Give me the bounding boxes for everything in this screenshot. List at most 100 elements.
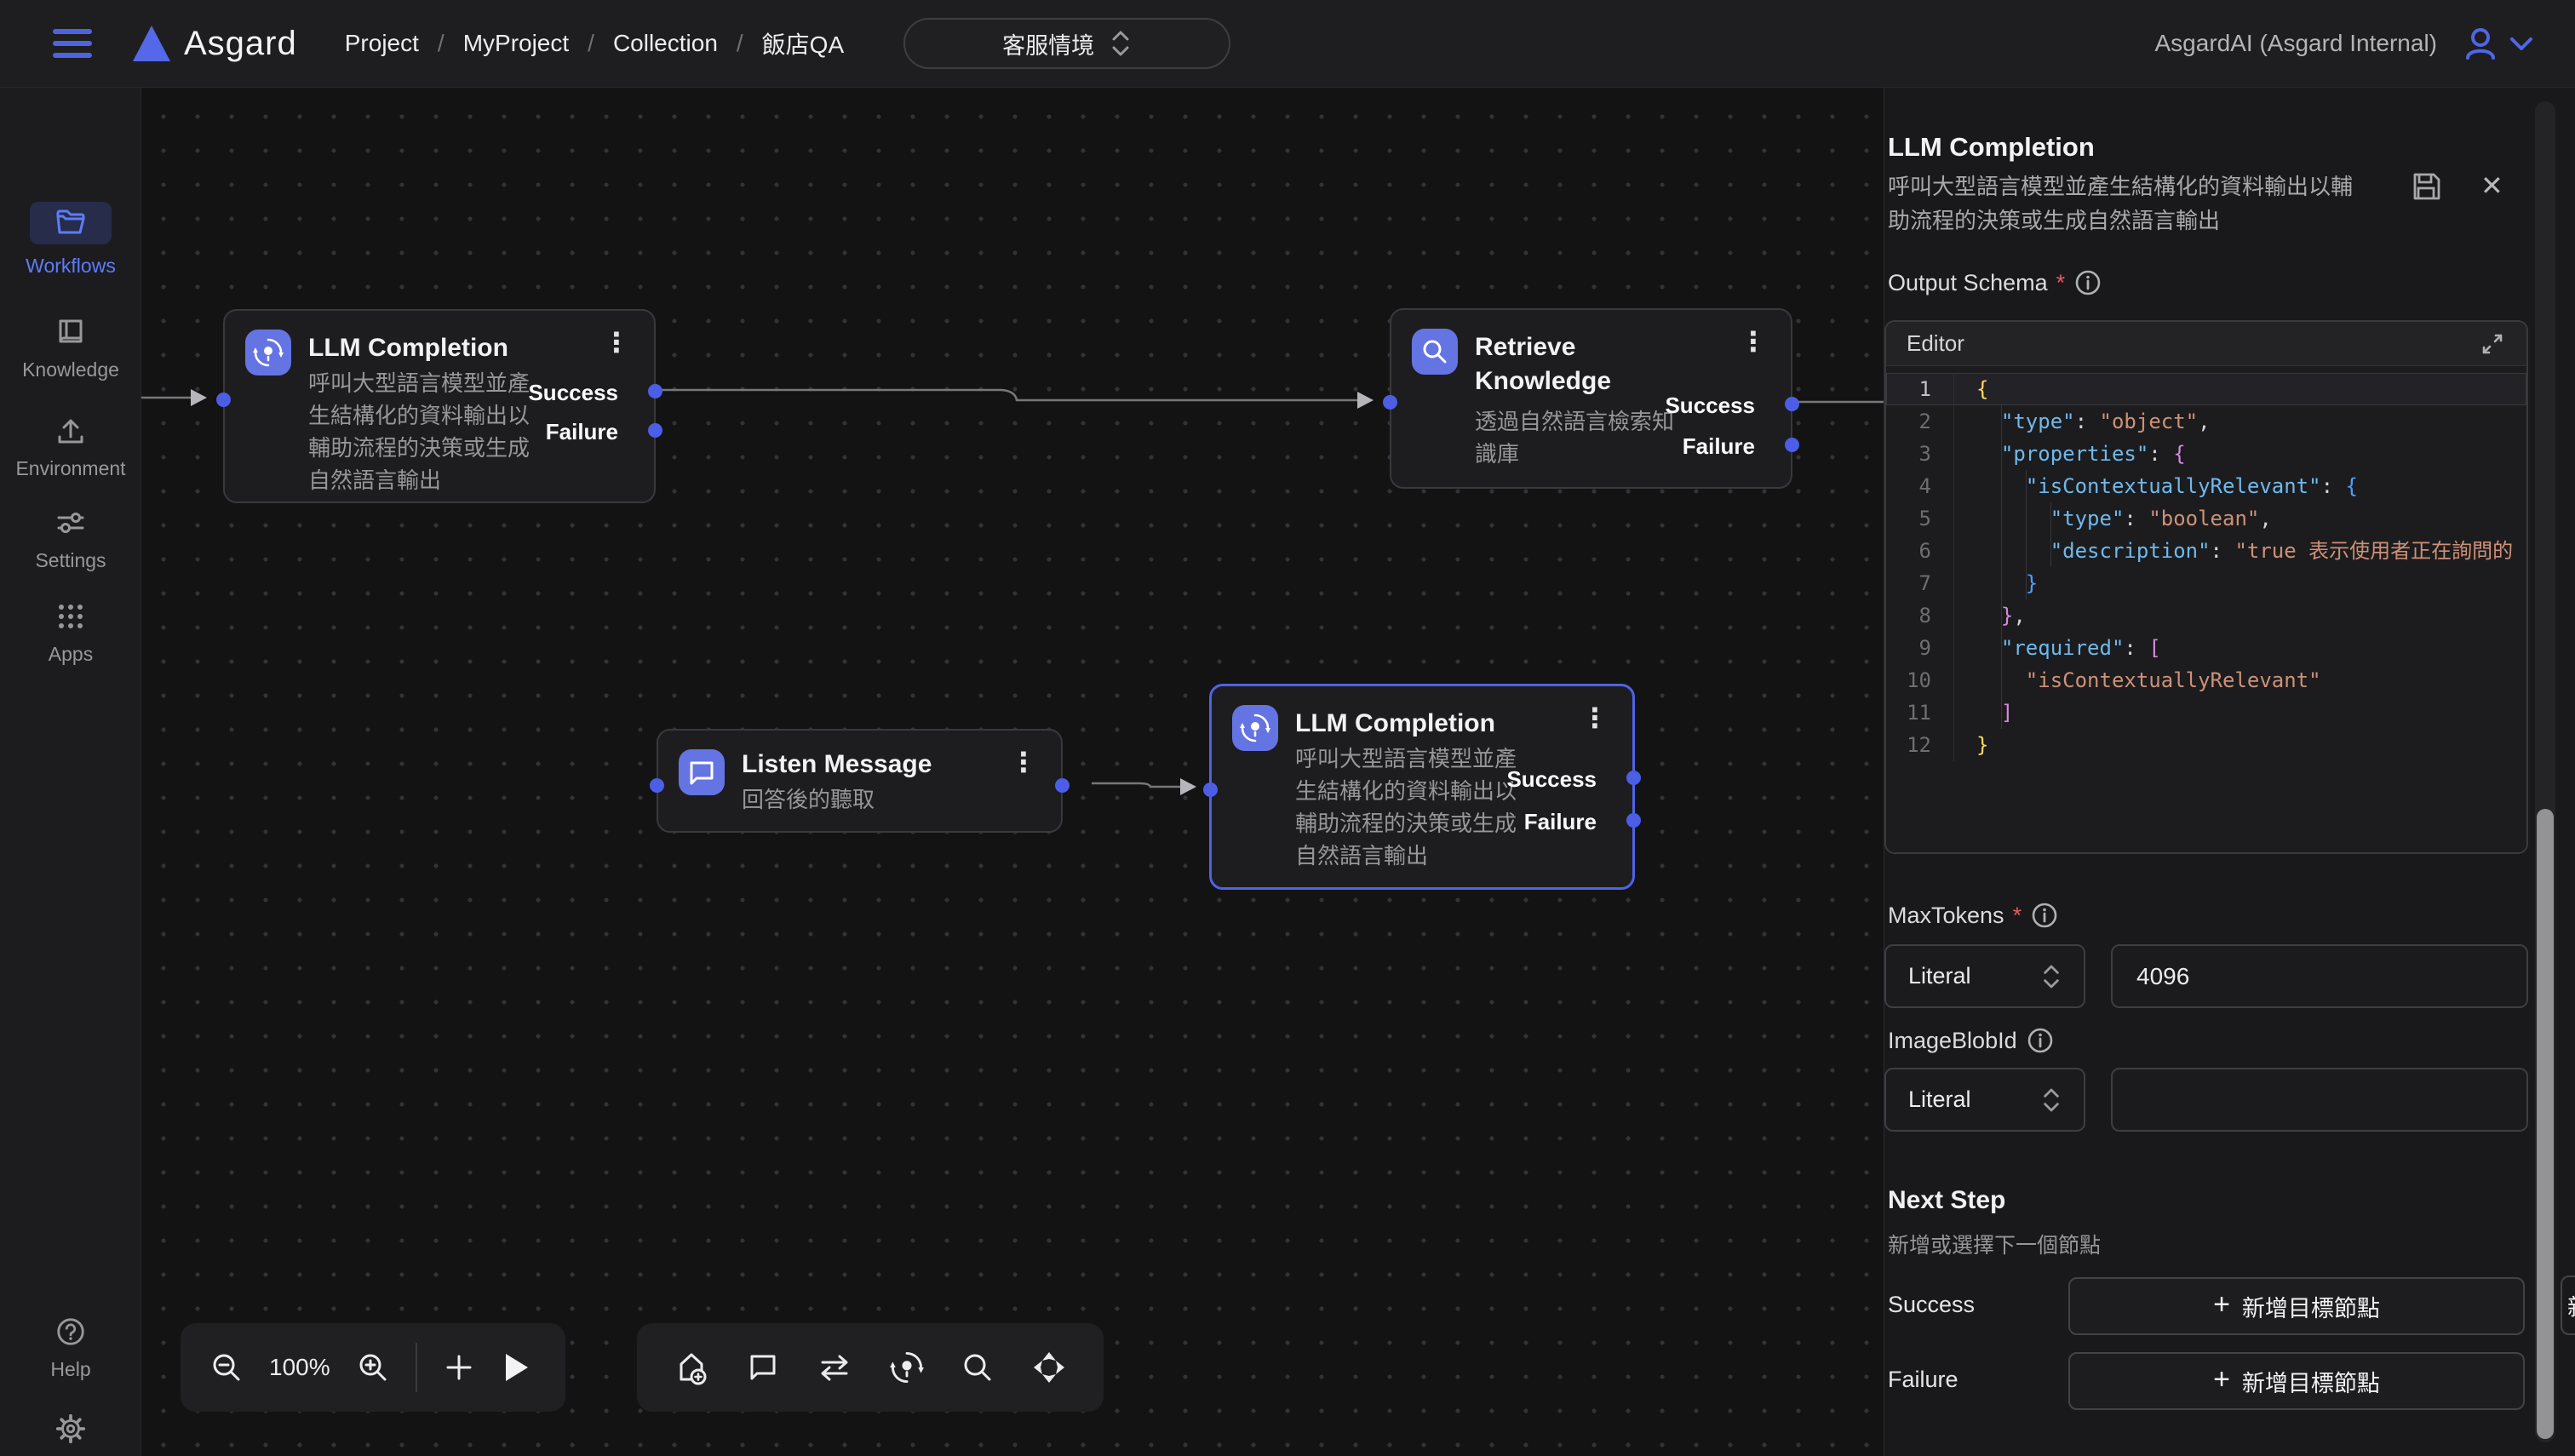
node-menu-icon[interactable]: ⋮ bbox=[1010, 746, 1037, 778]
code-line-text: "properties": { bbox=[1954, 438, 2186, 470]
input-handle[interactable] bbox=[1383, 395, 1397, 410]
breadcrumb-project[interactable]: Project bbox=[345, 30, 419, 57]
select-chevrons-icon bbox=[2041, 1086, 2062, 1114]
input-handle[interactable] bbox=[650, 778, 664, 793]
sidebar-item-workflows[interactable]: Workflows bbox=[0, 202, 141, 278]
sidebar-item-help[interactable]: Help bbox=[0, 1316, 141, 1381]
output-success-label: Success bbox=[528, 380, 618, 406]
comment-button[interactable] bbox=[746, 1350, 780, 1384]
code-editor[interactable]: 1{2 "type": "object",3 "properties": {4 … bbox=[1886, 366, 2526, 843]
node-llm-completion-1[interactable]: LLM Completion 呼叫大型語言模型並產生結構化的資料輸出以輔助流程的… bbox=[223, 309, 656, 503]
node-menu-icon[interactable]: ⋮ bbox=[603, 326, 630, 358]
success-handle[interactable] bbox=[648, 384, 662, 398]
top-bar: Asgard Project / MyProject / Collection … bbox=[0, 0, 2575, 88]
info-icon[interactable] bbox=[2073, 268, 2102, 297]
code-line-text: }, bbox=[1954, 599, 2026, 632]
breadcrumb-collection[interactable]: Collection bbox=[613, 30, 718, 57]
zoom-level: 100% bbox=[269, 1354, 330, 1381]
required-asterisk: * bbox=[2056, 270, 2066, 296]
code-line-text: "description": "true 表示使用者正在詢問的 bbox=[1954, 535, 2513, 567]
maxtokens-input[interactable] bbox=[2111, 944, 2528, 1008]
add-node-button[interactable] bbox=[443, 1351, 475, 1384]
code-line-text: ] bbox=[1954, 696, 2013, 729]
account-menu[interactable] bbox=[2461, 24, 2534, 63]
node-title: LLM Completion bbox=[308, 331, 508, 365]
info-icon[interactable] bbox=[2026, 1026, 2055, 1055]
zoom-in-button[interactable] bbox=[356, 1350, 390, 1384]
sidebar-item-label: Knowledge bbox=[22, 358, 119, 381]
node-llm-completion-2[interactable]: LLM Completion 呼叫大型語言模型並產生結構化的資料輸出以輔助流程的… bbox=[1209, 684, 1635, 890]
close-panel-button[interactable]: ✕ bbox=[2480, 169, 2503, 202]
failure-handle[interactable] bbox=[1626, 813, 1641, 828]
code-line: 11 ] bbox=[1886, 696, 2526, 729]
code-line-text: } bbox=[1954, 729, 1988, 761]
sidebar-item-environment[interactable]: Environment bbox=[0, 415, 141, 480]
chat-node-icon bbox=[679, 749, 725, 795]
code-lines: 1{2 "type": "object",3 "properties": {4 … bbox=[1886, 373, 2526, 761]
info-icon[interactable] bbox=[2030, 901, 2059, 930]
plus-icon: + bbox=[2213, 1363, 2230, 1396]
llm-tool-button[interactable] bbox=[889, 1350, 925, 1385]
sidebar-item-label: Workflows bbox=[26, 255, 116, 278]
node-retrieve-knowledge[interactable]: Retrieve Knowledge 透過自然語言檢索知識庫 ⋮ Success… bbox=[1390, 308, 1792, 489]
breadcrumb-myproject[interactable]: MyProject bbox=[463, 30, 569, 57]
output-failure-label: Failure bbox=[1524, 809, 1597, 835]
line-number: 7 bbox=[1886, 567, 1954, 599]
line-number: 2 bbox=[1886, 405, 1954, 438]
node-menu-icon[interactable]: ⋮ bbox=[1581, 702, 1609, 734]
sidebar-item-settings[interactable]: Settings bbox=[0, 507, 141, 572]
breadcrumb-current[interactable]: 飯店QA bbox=[762, 26, 844, 60]
breadcrumb-separator: / bbox=[737, 30, 743, 57]
add-start-node-button[interactable] bbox=[673, 1349, 710, 1386]
sidebar-item-knowledge[interactable]: Knowledge bbox=[0, 316, 141, 381]
panel-scrollbar-thumb[interactable] bbox=[2537, 809, 2554, 1439]
menu-icon[interactable] bbox=[53, 22, 92, 65]
code-line: 12} bbox=[1886, 729, 2526, 761]
line-number: 5 bbox=[1886, 502, 1954, 535]
plus-icon: + bbox=[2213, 1288, 2230, 1321]
llm-node-icon bbox=[245, 330, 291, 375]
save-button[interactable] bbox=[2409, 169, 2443, 203]
offscreen-add-target-node-button[interactable]: 新增目標節點 bbox=[2561, 1275, 2575, 1335]
schema-editor: Editor 1{2 "type": "object",3 "propertie… bbox=[1884, 320, 2528, 854]
imageblobid-input[interactable] bbox=[2111, 1068, 2528, 1132]
maxtokens-mode-select[interactable]: Literal bbox=[1884, 944, 2085, 1008]
swap-connections-button[interactable] bbox=[816, 1350, 853, 1384]
output-handle[interactable] bbox=[1055, 778, 1070, 793]
input-handle[interactable] bbox=[1203, 782, 1218, 797]
next-step-failure-label: Failure bbox=[1888, 1367, 1958, 1393]
code-line-text: "isContextuallyRelevant": { bbox=[1954, 470, 2358, 502]
code-line-text: "type": "object", bbox=[1954, 405, 2211, 438]
sidebar-item-apps[interactable]: Apps bbox=[0, 600, 141, 666]
success-handle[interactable] bbox=[1626, 771, 1641, 785]
environment-select[interactable]: 客服情境 bbox=[903, 18, 1230, 69]
indent-guide bbox=[2050, 502, 2051, 567]
sidebar-item-workspace[interactable]: Workspace bbox=[0, 1413, 141, 1456]
properties-panel: LLM Completion 呼叫大型語言模型並產生結構化的資料輸出以輔助流程的… bbox=[1884, 88, 2575, 1456]
llm-node-icon bbox=[1232, 705, 1278, 751]
add-target-node-label: 新增目標節點 bbox=[2242, 1365, 2380, 1398]
minimap-button[interactable] bbox=[1030, 1349, 1068, 1386]
mode-select-value: Literal bbox=[1908, 1086, 1971, 1113]
add-target-node-success-button[interactable]: + 新增目標節點 bbox=[2068, 1277, 2525, 1335]
failure-handle[interactable] bbox=[1785, 438, 1799, 452]
add-target-node-failure-button[interactable]: + 新增目標節點 bbox=[2068, 1352, 2525, 1410]
failure-handle[interactable] bbox=[648, 423, 662, 438]
search-button[interactable] bbox=[961, 1350, 995, 1384]
line-number: 6 bbox=[1886, 535, 1954, 567]
maxtokens-label: MaxTokens * bbox=[1888, 901, 2059, 930]
node-description: 呼叫大型語言模型並產生結構化的資料輸出以輔助流程的決策或生成自然語言輸出 bbox=[308, 367, 540, 496]
zoom-out-button[interactable] bbox=[209, 1350, 244, 1384]
run-button[interactable] bbox=[501, 1350, 531, 1384]
success-handle[interactable] bbox=[1785, 397, 1799, 411]
output-success-label: Success bbox=[1506, 766, 1597, 793]
node-listen-message[interactable]: Listen Message 回答後的聽取 ⋮ bbox=[657, 729, 1063, 833]
node-menu-icon[interactable]: ⋮ bbox=[1740, 325, 1767, 358]
expand-icon[interactable] bbox=[2479, 330, 2506, 358]
output-success-label: Success bbox=[1665, 393, 1755, 419]
input-handle[interactable] bbox=[216, 393, 231, 407]
imageblobid-mode-select[interactable]: Literal bbox=[1884, 1068, 2085, 1132]
actions-toolbar bbox=[637, 1323, 1104, 1412]
panel-title: LLM Completion bbox=[1888, 132, 2095, 163]
mode-select-value: Literal bbox=[1908, 963, 1971, 989]
